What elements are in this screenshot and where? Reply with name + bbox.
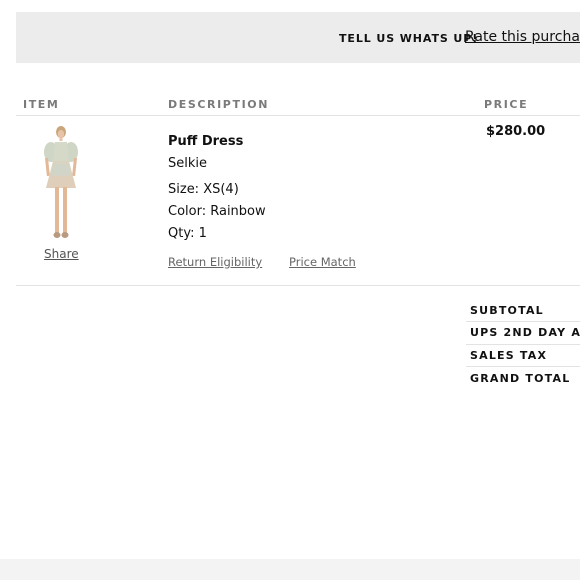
column-header-description: DESCRIPTION xyxy=(168,98,270,111)
share-link[interactable]: Share xyxy=(44,247,79,261)
product-color: Color: Rainbow xyxy=(168,204,266,219)
grand-total-label: GRAND TOTAL xyxy=(470,372,571,385)
totals-divider xyxy=(466,344,580,345)
price-match-link[interactable]: Price Match xyxy=(289,255,356,269)
totals-divider xyxy=(466,321,580,322)
return-eligibility-link[interactable]: Return Eligibility xyxy=(168,255,262,269)
totals-divider xyxy=(466,366,580,367)
column-header-price: PRICE xyxy=(484,98,529,111)
feedback-cta: TELL US WHATS UP! xyxy=(339,32,479,45)
product-quantity: Qty: 1 xyxy=(168,226,207,241)
product-size: Size: XS(4) xyxy=(168,182,239,197)
item-divider xyxy=(16,285,580,286)
shipping-label: UPS 2ND DAY AIR xyxy=(470,326,580,339)
sales-tax-label: SALES TAX xyxy=(470,349,548,362)
product-brand: Selkie xyxy=(168,156,207,171)
subtotal-label: SUBTOTAL xyxy=(470,304,544,317)
item-price: $280.00 xyxy=(486,124,546,139)
header-divider xyxy=(16,115,580,116)
footer-bar xyxy=(0,559,580,580)
column-header-item: ITEM xyxy=(23,98,60,111)
product-name[interactable]: Puff Dress xyxy=(168,134,243,149)
rate-purchase-link[interactable]: Rate this purchase xyxy=(465,29,580,45)
product-image[interactable] xyxy=(40,124,82,242)
